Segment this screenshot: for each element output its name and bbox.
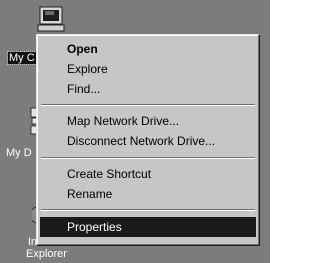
my-documents-label[interactable]: My D — [6, 147, 32, 159]
menu-item-properties[interactable]: Properties — [40, 217, 256, 237]
menu-separator — [41, 209, 255, 211]
my-computer-label[interactable]: My C — [7, 51, 37, 65]
menu-item-map-network-drive[interactable]: Map Network Drive... — [40, 111, 256, 131]
menu-item-find[interactable]: Find... — [40, 79, 256, 99]
menu-item-open[interactable]: Open — [40, 39, 256, 59]
my-computer-icon[interactable] — [36, 6, 66, 32]
desktop: My C My D Internet Explorer Open Explore… — [0, 0, 270, 263]
menu-item-disconnect-network-drive[interactable]: Disconnect Network Drive... — [40, 131, 256, 151]
menu-item-rename[interactable]: Rename — [40, 184, 256, 204]
menu-item-explore[interactable]: Explore — [40, 59, 256, 79]
menu-separator — [41, 104, 255, 106]
menu-separator — [41, 157, 255, 159]
menu-item-create-shortcut[interactable]: Create Shortcut — [40, 164, 256, 184]
context-menu: Open Explore Find... Map Network Drive..… — [36, 34, 260, 246]
